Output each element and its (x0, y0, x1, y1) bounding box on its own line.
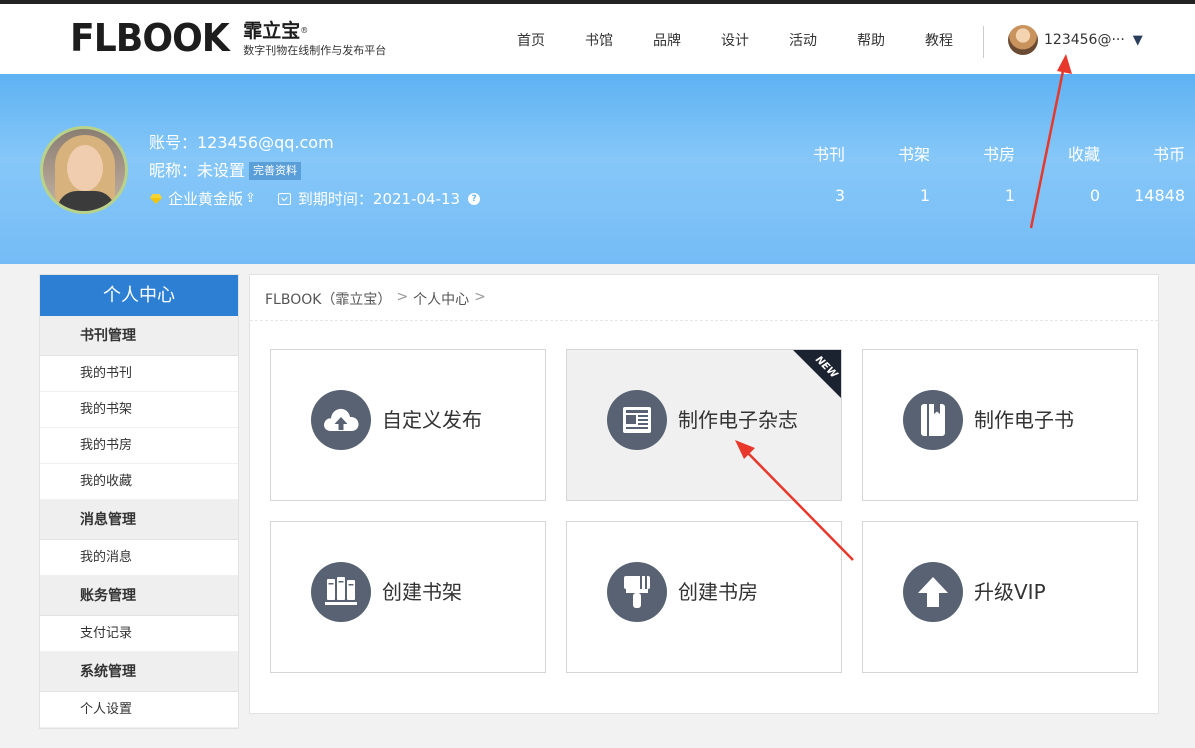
card-label: 制作电子书 (974, 408, 1074, 432)
stat-studies[interactable]: 书房 1 (930, 144, 1015, 207)
card-label: 自定义发布 (382, 408, 482, 432)
card-label: 创建书架 (382, 580, 462, 604)
nav-tutorial[interactable]: 教程 (905, 30, 973, 50)
breadcrumb-home[interactable]: FLBOOK（霏立宝） (265, 289, 391, 309)
breadcrumb-current[interactable]: 个人中心 (413, 289, 469, 309)
stat-value: 1 (919, 186, 930, 205)
arrow-up-icon (903, 562, 963, 622)
card-label: 升级VIP (974, 580, 1046, 604)
stat-shelves[interactable]: 书架 1 (845, 144, 930, 207)
cloud-upload-icon (311, 390, 371, 450)
stat-value: 1 (1004, 186, 1015, 205)
stat-label: 书房 (982, 145, 1015, 164)
card-label: 制作电子杂志 (678, 408, 798, 432)
sidebar-item-payments[interactable]: 支付记录 (40, 616, 238, 652)
avatar (1008, 25, 1038, 55)
stat-label: 书架 (897, 145, 930, 164)
sidebar-group-billing: 账务管理 (40, 576, 238, 616)
nav-events[interactable]: 活动 (769, 30, 837, 50)
upgrade-vip-card[interactable]: 升级VIP (862, 521, 1138, 673)
logo-tagline: 数字刊物在线制作与发布平台 (243, 44, 387, 57)
help-icon[interactable]: ? (468, 193, 481, 205)
complete-profile-button[interactable]: 完善资料 (249, 162, 302, 180)
profile-banner: 账号：123456@qq.com 昵称：未设置 完善资料 企业黄金版 ⇪ 到期时… (0, 74, 1195, 264)
ebook-icon (903, 390, 963, 450)
stat-favorites[interactable]: 收藏 0 (1015, 144, 1100, 207)
sidebar-item-my-favorites[interactable]: 我的收藏 (40, 464, 238, 500)
nickname-text: 昵称：未设置 (149, 161, 246, 180)
nav-design[interactable]: 设计 (701, 30, 769, 50)
sidebar-item-my-books[interactable]: 我的书刊 (40, 356, 238, 392)
bookshelf-icon (311, 562, 371, 622)
sidebar-group-system: 系统管理 (40, 652, 238, 692)
main-nav: 首页 书馆 品牌 设计 活动 帮助 教程 (497, 30, 973, 50)
account-text: 账号：123456@qq.com (149, 133, 334, 152)
nav-brand[interactable]: 品牌 (633, 30, 701, 50)
diamond-icon (150, 194, 162, 204)
custom-publish-card[interactable]: 自定义发布 (270, 349, 546, 501)
sidebar-item-settings[interactable]: 个人设置 (40, 692, 238, 728)
make-ebook-card[interactable]: 制作电子书 (862, 349, 1138, 501)
user-name: 123456@··· (1044, 32, 1125, 48)
logo[interactable]: FLBOOK 霏立宝® 数字刊物在线制作与发布平台 (70, 18, 386, 58)
breadcrumb-separator: > (474, 289, 486, 305)
main-panel: FLBOOK（霏立宝） > 个人中心 > 自定义发布 制作电子杂志 NEW 制作… (249, 274, 1159, 714)
breadcrumb-separator: > (396, 289, 409, 305)
logo-subtitle: 霏立宝® 数字刊物在线制作与发布平台 (243, 20, 386, 58)
nickname-line: 昵称：未设置 完善资料 (149, 160, 302, 182)
stat-value: 0 (1089, 186, 1100, 205)
breadcrumb: FLBOOK（霏立宝） > 个人中心 > (265, 289, 491, 309)
plan-text: 企业黄金版 (168, 190, 244, 208)
sidebar-group-books: 书刊管理 (40, 316, 238, 356)
user-menu[interactable]: 123456@··· ▼ (1008, 25, 1143, 55)
stat-value: 14848 (1134, 186, 1185, 205)
calendar-icon (277, 193, 291, 205)
top-header: FLBOOK 霏立宝® 数字刊物在线制作与发布平台 首页 书馆 品牌 设计 活动… (0, 0, 1195, 74)
nav-library[interactable]: 书馆 (565, 30, 633, 50)
stat-label: 书币 (1152, 145, 1185, 164)
sidebar-item-my-shelves[interactable]: 我的书架 (40, 392, 238, 428)
nav-home[interactable]: 首页 (497, 30, 565, 50)
create-bookshelf-card[interactable]: 创建书架 (270, 521, 546, 673)
paint-brush-icon (607, 562, 667, 622)
membership-line: 企业黄金版 ⇪ 到期时间：2021-04-13 ? (150, 189, 481, 209)
stats-panel: 书刊 3 书架 1 书房 1 收藏 0 书币 14848 (760, 144, 1185, 207)
stat-label: 收藏 (1067, 145, 1100, 164)
stat-books[interactable]: 书刊 3 (760, 144, 845, 207)
stat-coins[interactable]: 书币 14848 (1100, 144, 1185, 207)
sidebar-group-messages: 消息管理 (40, 500, 238, 540)
sidebar-item-my-messages[interactable]: 我的消息 (40, 540, 238, 576)
new-badge: NEW (791, 350, 841, 400)
card-label: 创建书房 (678, 580, 758, 604)
expiry-text: 到期时间：2021-04-13 (297, 190, 461, 208)
nav-divider (983, 26, 984, 58)
upgrade-icon[interactable]: ⇪ (245, 189, 256, 209)
create-study-card[interactable]: 创建书房 (566, 521, 842, 673)
make-magazine-card[interactable]: 制作电子杂志 NEW (566, 349, 842, 501)
stat-label: 书刊 (812, 145, 845, 164)
sidebar-item-my-studies[interactable]: 我的书房 (40, 428, 238, 464)
sidebar-title: 个人中心 (40, 275, 238, 316)
logo-chinese-name: 霏立宝® (243, 20, 309, 42)
sidebar: 个人中心 书刊管理 我的书刊 我的书架 我的书房 我的收藏 消息管理 我的消息 … (39, 274, 239, 729)
magazine-icon (607, 390, 667, 450)
stat-value: 3 (834, 186, 845, 205)
divider (250, 320, 1158, 321)
nav-help[interactable]: 帮助 (837, 30, 905, 50)
logo-wordmark: FLBOOK (70, 16, 230, 60)
caret-down-icon: ▼ (1132, 32, 1143, 48)
profile-avatar[interactable] (40, 126, 128, 214)
